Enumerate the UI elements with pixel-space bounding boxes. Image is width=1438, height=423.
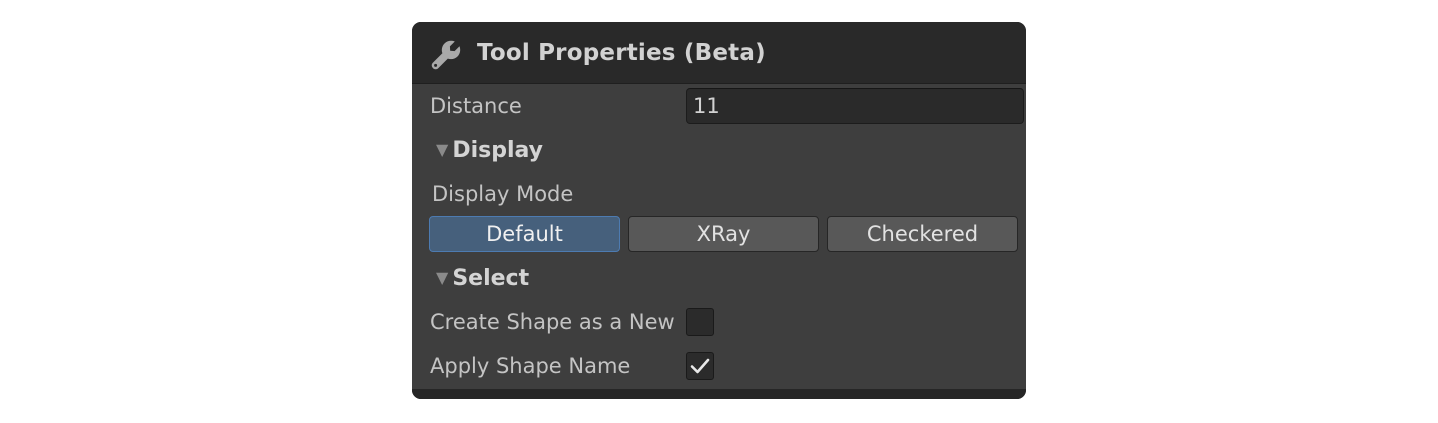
display-mode-label: Display Mode [432,182,574,206]
create-shape-label-clip: Create Shape as a New [430,310,686,340]
display-mode-default-button[interactable]: Default [429,216,620,252]
checkmark-icon [690,358,710,374]
tool-properties-panel: Tool Properties (Beta) Distance 11 ▼ Disp… [412,22,1026,399]
apply-shape-name-label: Apply Shape Name [430,354,631,378]
panel-header: Tool Properties (Beta) [412,22,1026,84]
display-section-title: Display [452,138,544,163]
distance-label: Distance [430,94,522,118]
distance-field[interactable]: 11 [686,88,1024,124]
panel-bottom-edge [412,389,1026,399]
create-shape-label: Create Shape as a New [430,310,675,334]
display-mode-checkered-button[interactable]: Checkered [827,216,1018,252]
panel-title: Tool Properties (Beta) [477,40,766,66]
triangle-down-icon: ▼ [436,140,449,159]
display-section-header[interactable]: ▼ Display [436,138,543,163]
triangle-down-icon: ▼ [436,268,449,287]
create-shape-checkbox[interactable] [686,308,714,336]
wrench-icon [430,39,462,71]
apply-shape-name-checkbox[interactable] [686,352,714,380]
display-mode-xray-button[interactable]: XRay [628,216,819,252]
select-section-header[interactable]: ▼ Select [436,266,529,291]
select-section-title: Select [452,266,530,291]
